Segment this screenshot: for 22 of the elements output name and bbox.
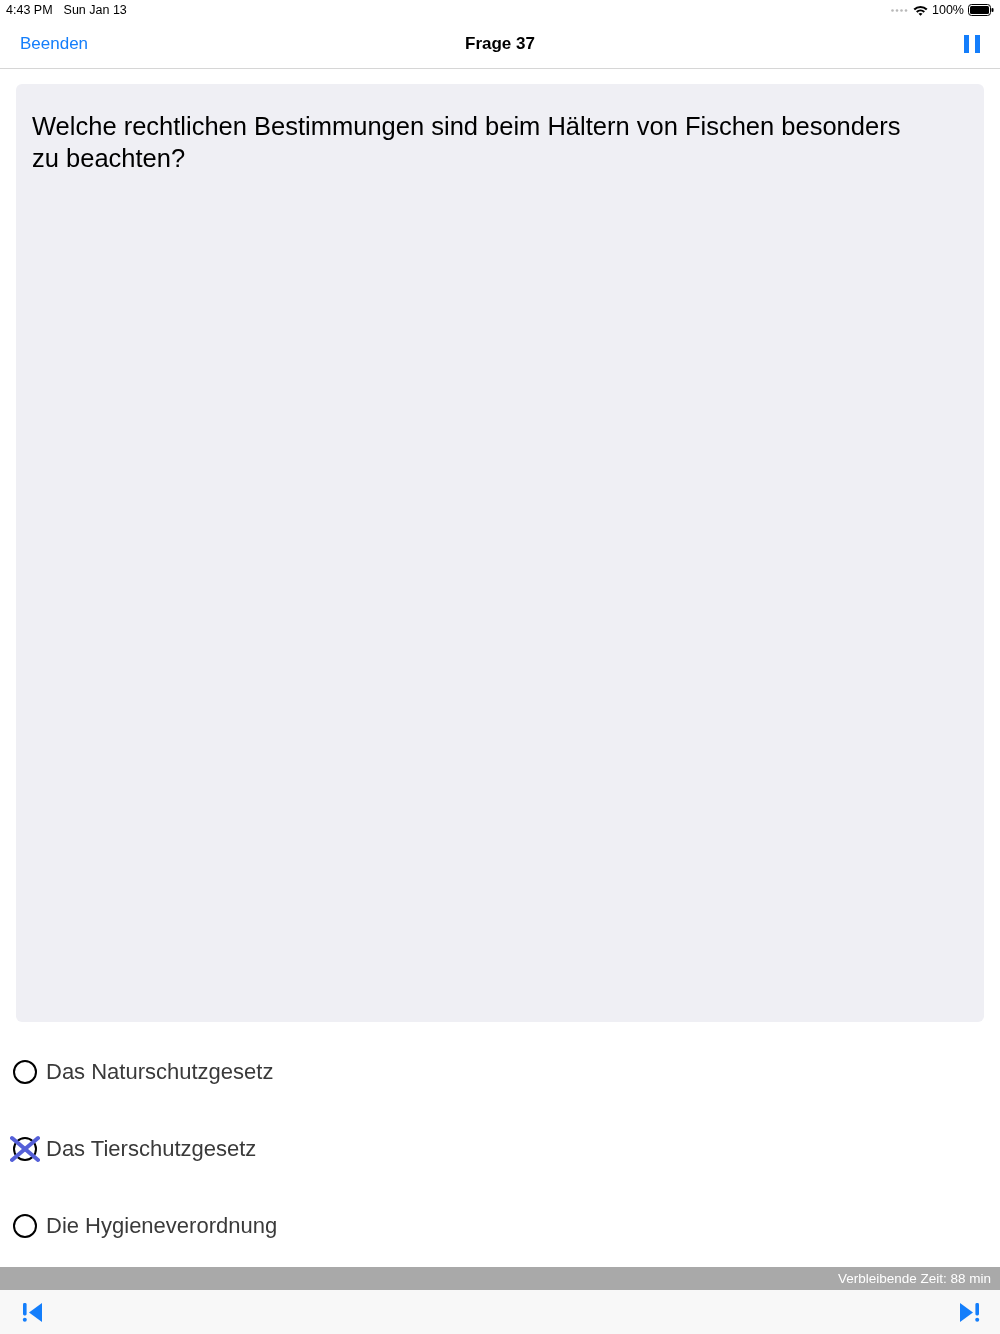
status-time: 4:43 PM	[6, 3, 53, 17]
radio-icon[interactable]	[10, 1211, 40, 1240]
quit-button[interactable]: Beenden	[20, 34, 89, 54]
exclamation-left-triangle-icon	[22, 1302, 42, 1322]
next-button[interactable]	[960, 1302, 980, 1322]
radio-icon[interactable]	[10, 1134, 40, 1163]
question-text: Welche rechtlichen Bestimmungen sind beim Hältern von Fischen besonders zu beachten?	[32, 111, 902, 174]
pause-icon	[964, 35, 980, 53]
battery-icon	[968, 4, 994, 16]
pause-button[interactable]	[964, 35, 980, 53]
answer-option[interactable]: Das Tierschutzgesetz	[46, 1135, 257, 1162]
answer-option[interactable]: Die Hygieneverordnung	[46, 1212, 278, 1239]
remaining-time-text: Verbleibende Zeit: 88 min	[837, 1271, 991, 1286]
previous-button[interactable]	[22, 1302, 42, 1322]
wifi-icon	[913, 4, 928, 16]
signal-dots-icon	[891, 8, 908, 12]
status-date: Sun Jan 13	[63, 3, 127, 17]
answer-option[interactable]: Das Naturschutzgesetz	[46, 1058, 274, 1085]
radio-icon[interactable]	[10, 1057, 40, 1086]
battery-percentage: 100%	[932, 3, 964, 17]
screen-title: Frage 37	[465, 34, 535, 54]
right-triangle-exclamation-icon	[960, 1302, 980, 1322]
